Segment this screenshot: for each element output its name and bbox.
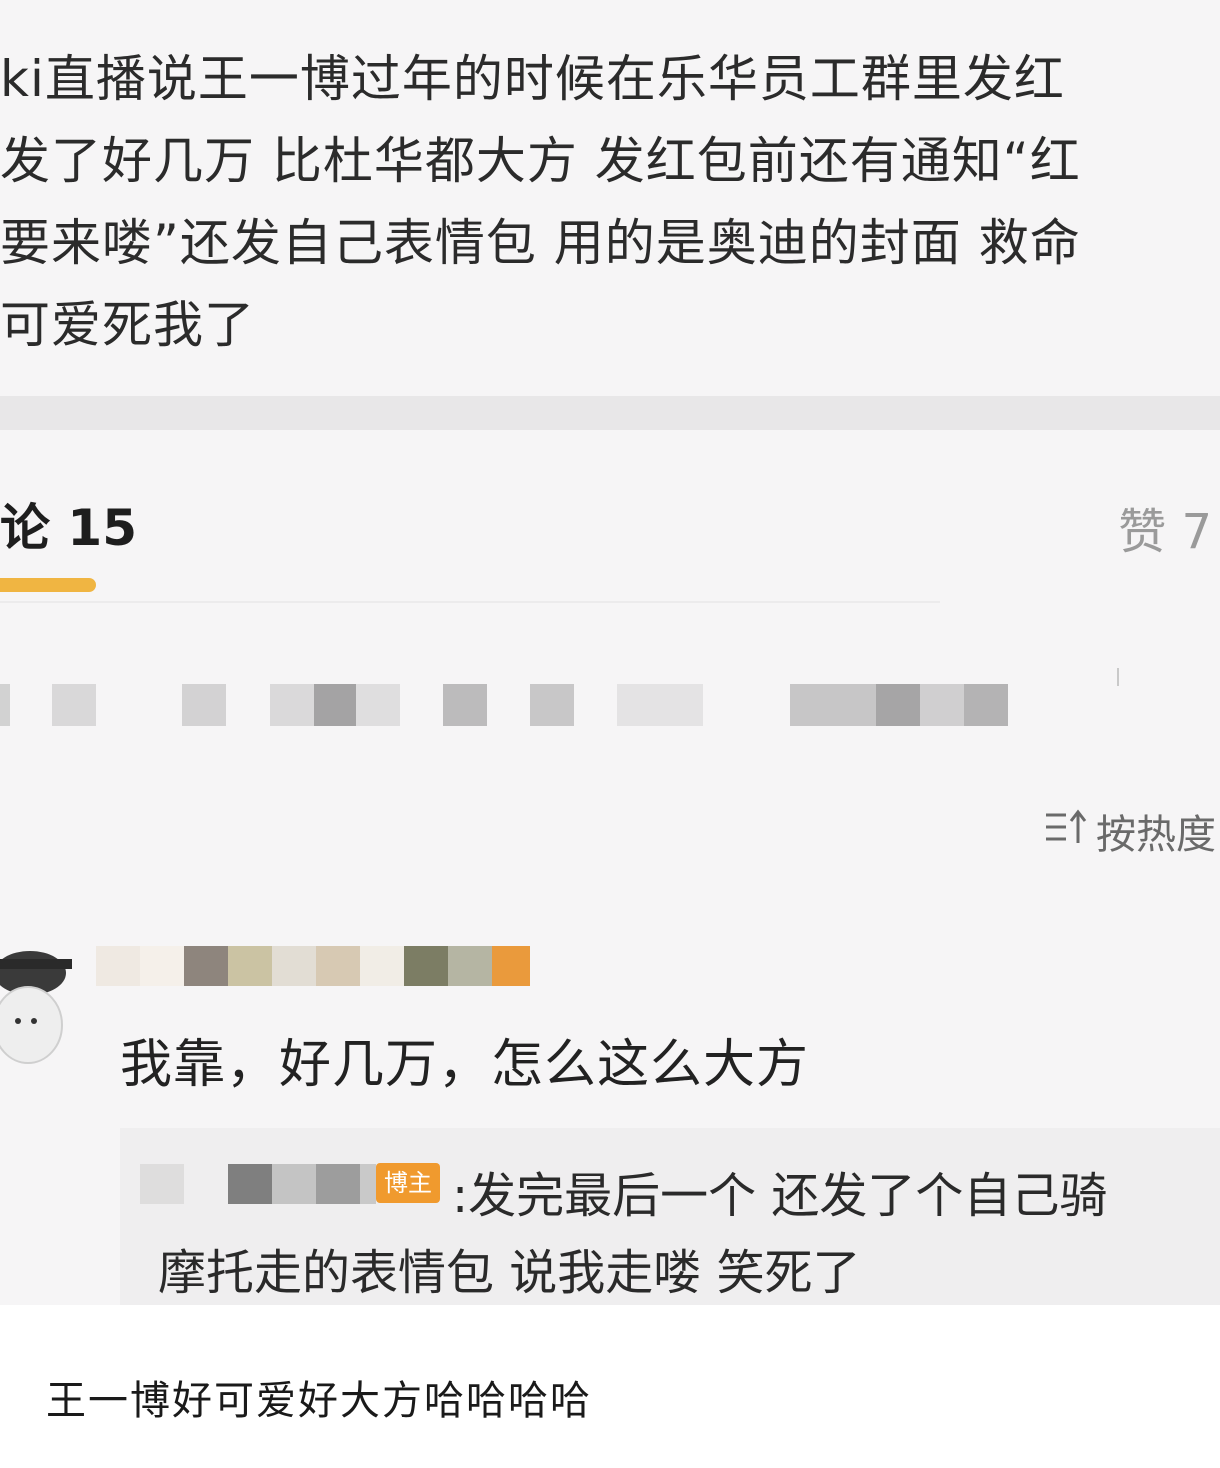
reply-text-line: 摩托走的表情包 说我走喽 笑死了 — [158, 1245, 861, 1301]
pixelated-username — [96, 946, 536, 986]
post-line: ki直播说王一博过年的时候在乐华员工群里发红 — [0, 50, 1065, 108]
section-divider — [0, 396, 1220, 430]
pixelated-row — [0, 684, 1010, 726]
avatar[interactable] — [0, 925, 72, 1065]
sort-by-heat-button[interactable]: 按热度 — [1044, 802, 1216, 860]
caption-text: 王一博好可爱好大方哈哈哈哈 — [46, 1378, 592, 1424]
reply-text-line: :发完最后一个 还发了个自己骑 — [452, 1168, 1108, 1224]
screenshot-photo: ki直播说王一博过年的时候在乐华员工群里发红 发了好几万 比杜华都大方 发红包前… — [0, 0, 1220, 1305]
post-line: 要来喽”还发自己表情包 用的是奥迪的封面 救命 — [0, 214, 1081, 272]
tab-separator — [0, 601, 940, 603]
sort-hot-icon — [1044, 807, 1090, 856]
author-badge: 博主 — [376, 1163, 440, 1203]
tab-likes[interactable]: 赞 7 — [1118, 492, 1212, 562]
active-tab-indicator — [0, 578, 96, 592]
post-line: 可爱死我了 — [0, 296, 255, 354]
post-body: ki直播说王一博过年的时候在乐华员工群里发红 发了好几万 比杜华都大方 发红包前… — [0, 38, 1220, 366]
sort-label: 按热度 — [1096, 812, 1216, 858]
tick-mark — [1117, 668, 1119, 686]
tab-comments[interactable]: 论 15 — [0, 488, 137, 560]
post-line: 发了好几万 比杜华都大方 发红包前还有通知“红 — [0, 132, 1081, 190]
comment-text: 我靠，好几万，怎么这么大方 — [120, 1035, 810, 1095]
